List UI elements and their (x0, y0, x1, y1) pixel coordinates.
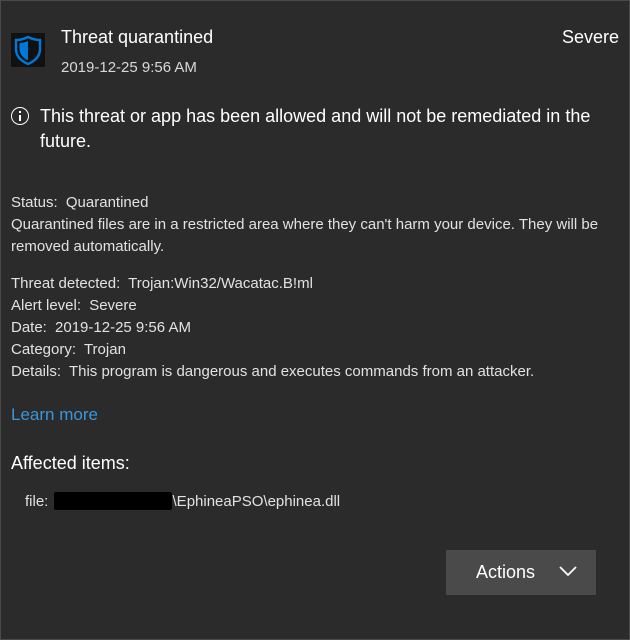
affected-item: file: \EphineaPSO\ephinea.dll (25, 492, 340, 510)
category-value: Trojan (83, 341, 126, 358)
allowed-notice: This threat or app has been allowed and … (11, 104, 619, 154)
alert-level-value: Severe (89, 297, 137, 314)
category-label: Category: (11, 341, 77, 358)
notice-text: This threat or app has been allowed and … (40, 106, 591, 151)
details-value: This program is dangerous and executes c… (68, 363, 535, 380)
threat-details-panel: Threat quarantined 2019-12-25 9:56 AM Se… (0, 0, 630, 640)
date-row: Date: 2019-12-25 9:56 AM (11, 317, 623, 339)
threat-header: Threat quarantined 2019-12-25 9:56 AM Se… (11, 27, 619, 77)
actions-button[interactable]: Actions (446, 550, 596, 595)
threat-details: Status: Quarantined Quarantined files ar… (11, 192, 623, 383)
status-label: Status: (11, 194, 58, 211)
chevron-down-icon (559, 566, 577, 577)
threat-detected-label: Threat detected: (11, 275, 121, 292)
info-icon (11, 107, 29, 125)
shield-icon (11, 33, 45, 67)
severity-label: Severe (561, 27, 619, 47)
threat-timestamp: 2019-12-25 9:56 AM (61, 59, 197, 76)
learn-more-link[interactable]: Learn more (11, 405, 98, 425)
alert-level-row: Alert level: Severe (11, 295, 623, 317)
details-row: Details: This program is dangerous and e… (11, 361, 623, 383)
status-description: Quarantined files are in a restricted ar… (11, 216, 599, 255)
threat-detected-row: Threat detected: Trojan:Win32/Wacatac.B!… (11, 273, 623, 295)
affected-item-prefix: file: (25, 493, 49, 510)
date-label: Date: (11, 319, 47, 336)
category-row: Category: Trojan (11, 339, 623, 361)
date-value: 2019-12-25 9:56 AM (55, 319, 191, 336)
status-row: Status: Quarantined (11, 192, 623, 214)
threat-title: Threat quarantined (61, 27, 214, 47)
redacted-path (53, 492, 172, 510)
threat-detected-value: Trojan:Win32/Wacatac.B!ml (128, 275, 313, 292)
affected-item-path: \EphineaPSO\ephinea.dll (172, 493, 341, 510)
status-value: Quarantined (65, 194, 149, 211)
details-label: Details: (11, 363, 62, 380)
affected-items-title: Affected items: (11, 453, 130, 473)
alert-level-label: Alert level: (11, 297, 82, 314)
actions-label: Actions (476, 562, 536, 582)
